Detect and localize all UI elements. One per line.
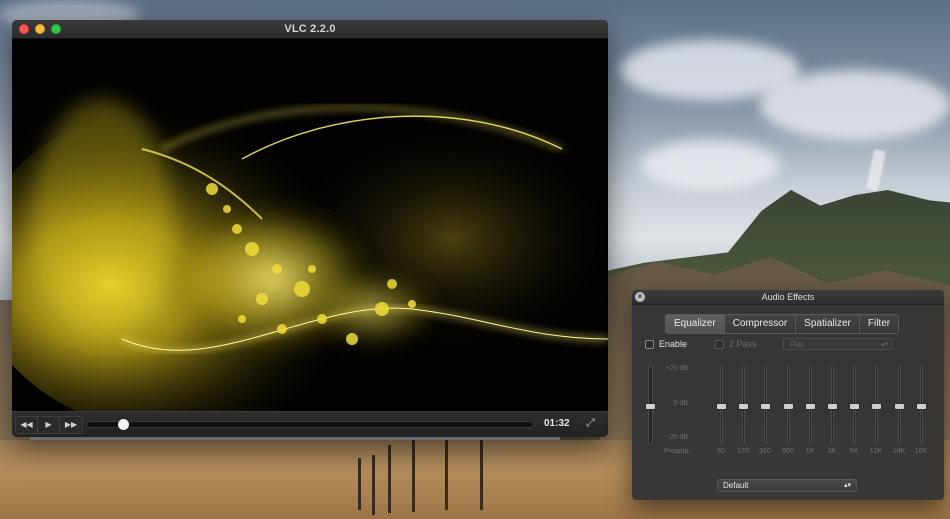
eq-band-label: 60	[717, 448, 725, 455]
eq-slider-thumb[interactable]	[739, 404, 748, 409]
playback-controls: ◀◀ ▶ ▶▶ 01:32 ⤢	[12, 411, 608, 437]
eq-band-label: 14K	[892, 448, 906, 455]
eq-slider-thumb[interactable]	[917, 404, 926, 409]
eq-slider-600[interactable]	[784, 366, 793, 444]
audio-effects-title-bar[interactable]: × Audio Effects	[632, 290, 944, 305]
audio-effects-title: Audio Effects	[761, 292, 815, 302]
eq-slider-310[interactable]	[761, 366, 770, 444]
eq-slider-1K[interactable]	[806, 366, 815, 444]
select-arrows-icon: ▴▾	[880, 341, 888, 348]
fullscreen-icon[interactable]: ⤢	[586, 417, 595, 430]
eq-band-label: 170	[737, 448, 749, 455]
two-pass-label: 2 Pass	[729, 339, 757, 349]
fast-forward-icon[interactable]: ▶▶	[60, 416, 82, 433]
eq-slider-thumb[interactable]	[828, 404, 837, 409]
select-arrows-icon: ▴▾	[843, 482, 851, 489]
db-label-middle: 0 dB	[673, 400, 688, 407]
audio-visualization	[12, 39, 608, 411]
video-area[interactable]	[12, 39, 608, 411]
close-icon[interactable]: ×	[635, 292, 645, 302]
db-label-bottom: -20 dB	[667, 434, 688, 441]
eq-band-label: 12K	[869, 448, 883, 455]
tab-filter[interactable]: Filter	[859, 315, 899, 333]
eq-slider-3K[interactable]	[828, 366, 837, 444]
rewind-icon[interactable]: ◀◀	[16, 416, 38, 433]
preamp-slider-thumb[interactable]	[646, 404, 655, 409]
eq-slider-thumb[interactable]	[850, 404, 859, 409]
play-icon[interactable]: ▶	[38, 416, 60, 433]
preset-value: Flat	[790, 340, 804, 349]
eq-slider-16K[interactable]	[917, 366, 926, 444]
eq-slider-60[interactable]	[717, 366, 726, 444]
audio-effects-panel: × Audio Effects Equalizer Compressor Spa…	[632, 290, 944, 500]
enable-checkbox-box[interactable]	[645, 339, 654, 349]
seek-knob[interactable]	[118, 419, 129, 430]
eq-slider-6K[interactable]	[850, 366, 859, 444]
eq-slider-thumb[interactable]	[895, 404, 904, 409]
eq-band-label: 3K	[827, 448, 837, 455]
preamp-label: Preamp	[664, 448, 689, 455]
eq-slider-12K[interactable]	[872, 366, 881, 444]
eq-band-label: 1K	[805, 448, 815, 455]
two-pass-checkbox-box[interactable]	[715, 339, 724, 349]
eq-slider-14K[interactable]	[895, 366, 904, 444]
vlc-window: VLC 2.2.0 ◀◀ ▶ ▶▶ 01:32 ⤢	[12, 20, 608, 437]
tab-equalizer[interactable]: Equalizer	[666, 315, 725, 333]
eq-slider-thumb[interactable]	[784, 404, 793, 409]
effects-tabs: Equalizer Compressor Spatializer Filter	[665, 314, 900, 334]
preamp-slider[interactable]	[646, 366, 655, 444]
window-title: VLC 2.2.0	[284, 23, 336, 35]
db-label-top: +20 dB	[665, 365, 688, 372]
eq-slider-thumb[interactable]	[872, 404, 881, 409]
two-pass-checkbox[interactable]: 2 Pass	[715, 339, 757, 349]
title-bar[interactable]: VLC 2.2.0	[12, 20, 608, 39]
eq-slider-thumb[interactable]	[806, 404, 815, 409]
seek-bar[interactable]	[86, 419, 534, 430]
eq-band-label: 600	[782, 448, 794, 455]
tab-spatializer[interactable]: Spatializer	[796, 315, 860, 333]
eq-band-label: 16K	[914, 448, 928, 455]
elapsed-time: 01:32	[544, 418, 570, 429]
profile-select[interactable]: Default ▴▾	[717, 479, 857, 492]
profile-value: Default	[723, 481, 749, 490]
enable-label: Enable	[659, 339, 688, 349]
eq-slider-170[interactable]	[739, 366, 748, 444]
eq-slider-thumb[interactable]	[761, 404, 770, 409]
eq-band-label: 6K	[849, 448, 859, 455]
preset-select[interactable]: Flat ▴▾	[783, 338, 893, 350]
eq-slider-thumb[interactable]	[717, 404, 726, 409]
tab-compressor[interactable]: Compressor	[724, 315, 797, 333]
eq-band-label: 310	[759, 448, 771, 455]
enable-checkbox[interactable]: Enable	[645, 339, 687, 349]
